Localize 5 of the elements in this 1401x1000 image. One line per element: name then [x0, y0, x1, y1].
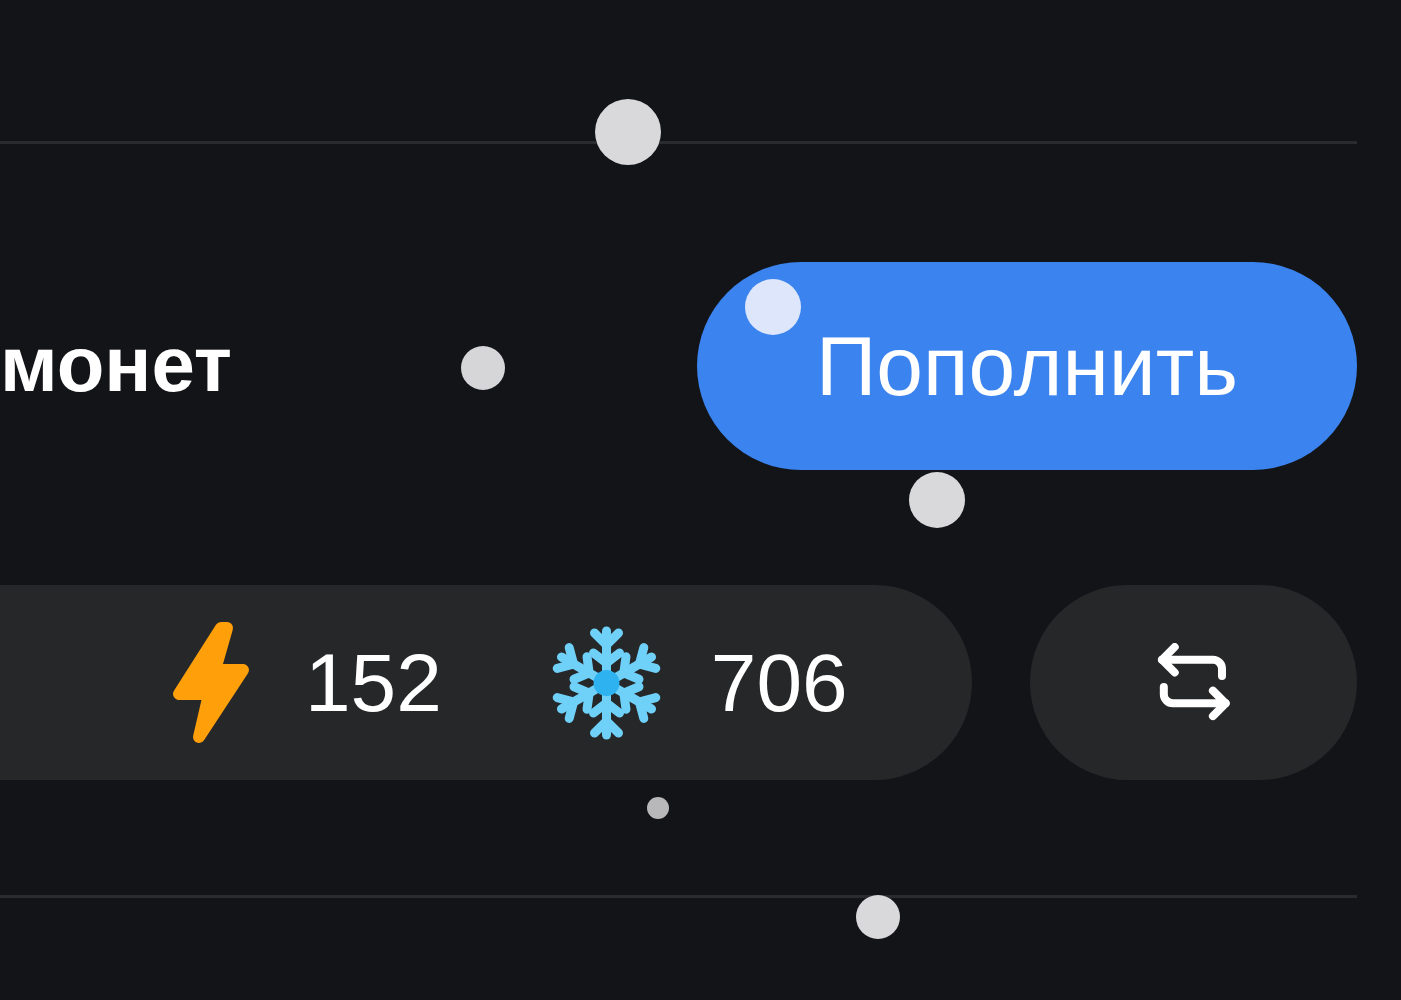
- currency-amount: 152: [305, 641, 442, 724]
- swap-arrows-icon: [1156, 642, 1231, 723]
- balance-label: монет: [0, 325, 232, 407]
- currency-amount: 706: [710, 641, 848, 724]
- top-up-button[interactable]: Пополнить: [697, 262, 1357, 470]
